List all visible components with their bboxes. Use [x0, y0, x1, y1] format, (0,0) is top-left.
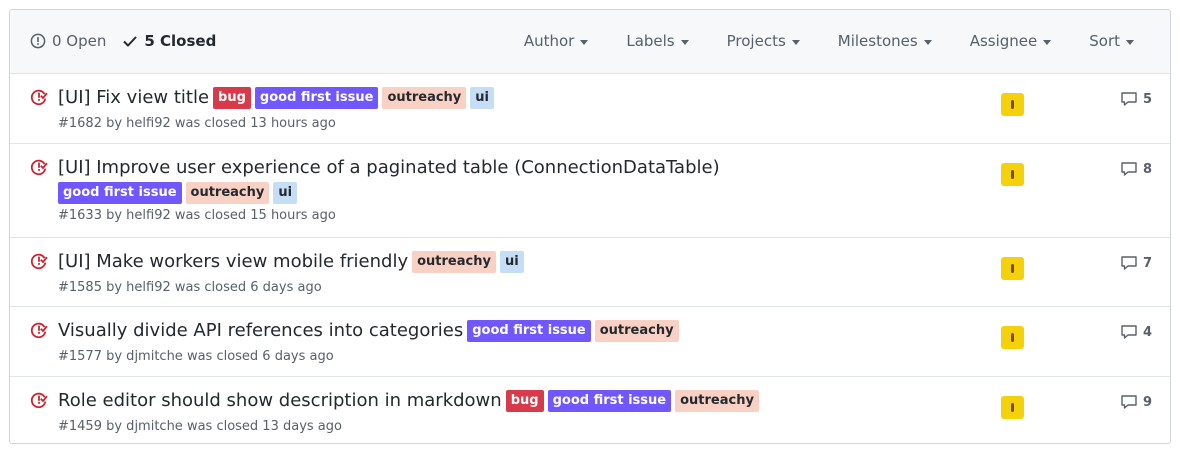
- label-ui[interactable]: ui: [499, 251, 524, 273]
- open-issues-toggle[interactable]: 0 Open: [30, 32, 106, 50]
- filter-menus: Author Labels Projects Milestones Assign…: [524, 32, 1170, 50]
- comments-link[interactable]: 8: [1120, 161, 1152, 177]
- issue-meta: #1577 by djmitche was closed 6 days ago: [58, 349, 334, 364]
- label-good-first-issue[interactable]: good first issue: [467, 320, 591, 342]
- closed-count: 5 Closed: [144, 32, 217, 50]
- caret-down-icon: [1126, 39, 1134, 45]
- issue-rows: [UI] Fix view title bug good first issue ou…: [10, 74, 1170, 443]
- issues-list-header: 0 Open 5 Closed Author Labels Projects M…: [10, 10, 1170, 74]
- label-ui[interactable]: ui: [470, 87, 494, 109]
- issue-meta: #1633 by helfi92 was closed 15 hours ago: [58, 208, 336, 223]
- issue-title-link[interactable]: Role editor should show description in m…: [58, 387, 502, 415]
- assignee-avatar[interactable]: [1001, 163, 1024, 186]
- label-bug[interactable]: bug: [213, 87, 251, 109]
- author-filter[interactable]: Author: [524, 32, 589, 50]
- comment-icon: [1120, 91, 1143, 107]
- state-toggles: 0 Open 5 Closed: [30, 32, 232, 50]
- comments-link[interactable]: 9: [1120, 394, 1152, 410]
- check-icon: [123, 36, 138, 47]
- comments-link[interactable]: 4: [1120, 324, 1152, 340]
- assignee-avatar[interactable]: [1001, 326, 1024, 349]
- label-good-first-issue[interactable]: good first issue: [58, 182, 182, 204]
- comment-icon: [1120, 161, 1143, 177]
- closed-issues-toggle[interactable]: 5 Closed: [122, 32, 216, 50]
- comment-count: 7: [1143, 255, 1153, 271]
- author-filter-label: Author: [523, 32, 575, 50]
- caret-down-icon: [923, 39, 932, 45]
- comment-count: 8: [1143, 161, 1153, 177]
- issue-closed-icon: [30, 158, 48, 180]
- avatar-mark: [1011, 403, 1014, 412]
- label-outreachy[interactable]: outreachy: [185, 182, 270, 204]
- comment-count: 9: [1143, 394, 1153, 410]
- label-bug[interactable]: bug: [505, 390, 544, 412]
- label-outreachy[interactable]: outreachy: [382, 87, 467, 109]
- comment-icon: [1120, 324, 1143, 340]
- open-count: 0 Open: [52, 32, 107, 50]
- issue-meta: #1459 by djmitche was closed 13 days ago: [58, 419, 342, 434]
- projects-filter[interactable]: Projects: [727, 32, 800, 50]
- comments-link[interactable]: 5: [1120, 91, 1152, 107]
- issue-main: Visually divide API references into cate…: [58, 317, 790, 364]
- labels-filter[interactable]: Labels: [626, 32, 689, 50]
- issues-list-box: 0 Open 5 Closed Author Labels Projects M…: [9, 9, 1171, 444]
- avatar-mark: [1011, 333, 1014, 342]
- issue-main: [UI] Make workers view mobile friendly ou…: [58, 248, 790, 295]
- label-ui[interactable]: ui: [273, 182, 298, 204]
- caret-down-icon: [680, 39, 689, 45]
- assignee-avatar[interactable]: [1001, 396, 1024, 419]
- assignee-avatar[interactable]: [1001, 93, 1024, 116]
- comment-icon: [1120, 255, 1143, 271]
- issue-title-line: [UI] Make workers view mobile friendly ou…: [58, 248, 790, 276]
- comment-count: 5: [1143, 91, 1153, 107]
- issue-main: [UI] Improve user experience of a pagina…: [58, 154, 790, 223]
- issue-title-line: [UI] Improve user experience of a pagina…: [58, 154, 790, 204]
- issue-title-link[interactable]: [UI] Fix view title: [58, 84, 209, 112]
- issue-main: [UI] Fix view title bug good first issue ou…: [58, 84, 790, 131]
- label-outreachy[interactable]: outreachy: [594, 320, 679, 342]
- issue-closed-icon: [30, 88, 48, 110]
- issue-title-link[interactable]: [UI] Improve user experience of a pagina…: [58, 154, 720, 182]
- issue-row[interactable]: [UI] Fix view title bug good first issue ou…: [10, 74, 1170, 144]
- issue-closed-icon: [30, 252, 48, 274]
- label-good-first-issue[interactable]: good first issue: [254, 87, 379, 109]
- label-outreachy[interactable]: outreachy: [675, 390, 759, 412]
- labels-filter-label: Labels: [626, 32, 675, 50]
- milestones-filter[interactable]: Milestones: [838, 32, 932, 50]
- issue-row[interactable]: [UI] Make workers view mobile friendly ou…: [10, 238, 1170, 307]
- issue-meta: #1585 by helfi92 was closed 6 days ago: [58, 280, 322, 295]
- issue-closed-icon: [30, 391, 48, 413]
- comment-count: 4: [1143, 324, 1153, 340]
- issue-row[interactable]: Role editor should show description in m…: [10, 377, 1170, 443]
- projects-filter-label: Projects: [726, 32, 786, 50]
- issue-title-line: [UI] Fix view title bug good first issue ou…: [58, 84, 790, 112]
- avatar-mark: [1011, 100, 1014, 109]
- sort-filter[interactable]: Sort: [1089, 32, 1134, 50]
- issue-row[interactable]: [UI] Improve user experience of a pagina…: [10, 144, 1170, 238]
- label-good-first-issue[interactable]: good first issue: [547, 390, 672, 412]
- avatar-mark: [1011, 170, 1014, 179]
- milestones-filter-label: Milestones: [837, 32, 918, 50]
- issue-opened-icon: [30, 33, 46, 49]
- issue-meta: #1682 by helfi92 was closed 13 hours ago: [58, 116, 336, 131]
- issue-title-line: Role editor should show description in m…: [58, 387, 790, 415]
- issue-main: Role editor should show description in m…: [58, 387, 790, 434]
- assignee-filter[interactable]: Assignee: [970, 32, 1052, 50]
- avatar-mark: [1011, 264, 1014, 273]
- caret-down-icon: [1043, 39, 1052, 45]
- assignee-filter-label: Assignee: [969, 32, 1038, 50]
- comment-icon: [1120, 394, 1143, 410]
- issue-title-link[interactable]: [UI] Make workers view mobile friendly: [58, 248, 408, 276]
- caret-down-icon: [791, 39, 800, 45]
- sort-filter-label: Sort: [1089, 32, 1120, 50]
- issue-title-link[interactable]: Visually divide API references into cate…: [58, 317, 463, 345]
- issue-title-line: Visually divide API references into cate…: [58, 317, 790, 345]
- issue-row[interactable]: Visually divide API references into cate…: [10, 307, 1170, 377]
- assignee-avatar[interactable]: [1001, 257, 1024, 280]
- caret-down-icon: [580, 39, 589, 45]
- comments-link[interactable]: 7: [1120, 255, 1152, 271]
- issue-closed-icon: [30, 321, 48, 343]
- label-outreachy[interactable]: outreachy: [412, 251, 496, 273]
